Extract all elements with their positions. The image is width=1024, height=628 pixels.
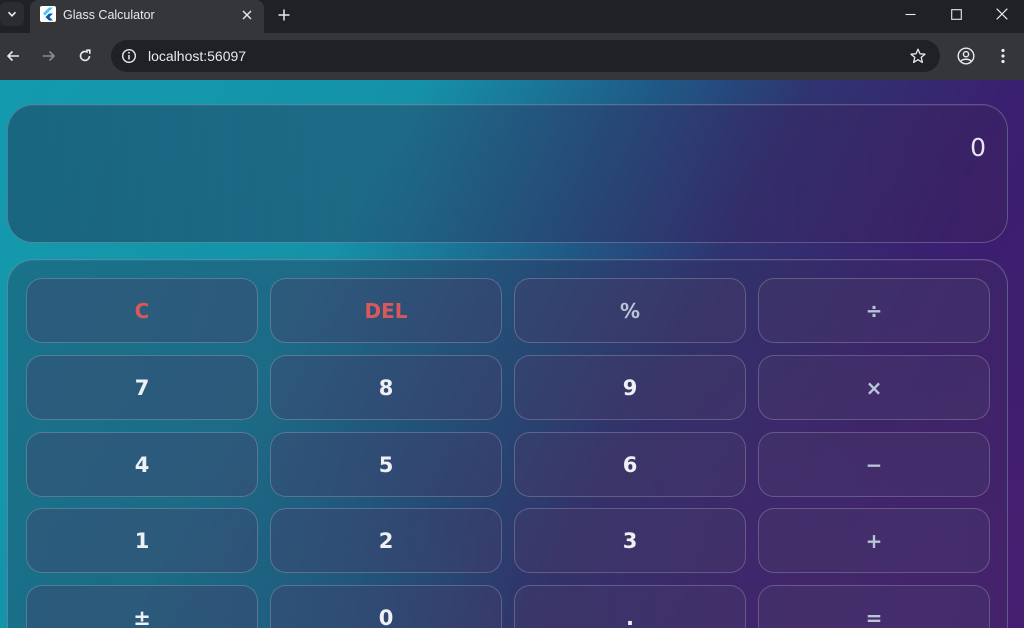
display-value: 0 bbox=[970, 133, 986, 162]
forward-button[interactable] bbox=[36, 43, 62, 69]
tab-close-button[interactable] bbox=[238, 6, 256, 24]
close-icon bbox=[242, 10, 252, 20]
star-icon bbox=[910, 48, 926, 64]
arrow-right-icon bbox=[43, 50, 56, 62]
digit-2-button[interactable]: 2 bbox=[270, 508, 502, 573]
calculator-display: 0 bbox=[7, 104, 1008, 243]
calculator-keypad: C DEL% ÷ 7 8 9 × 4 5 6− 1 2 3 + ±0. = bbox=[7, 259, 1008, 628]
digit-1-button[interactable]: 1 bbox=[26, 508, 258, 573]
address-bar[interactable]: localhost:56097 bbox=[111, 40, 940, 72]
multiply-button[interactable]: × bbox=[758, 355, 990, 420]
delete-button[interactable]: DEL bbox=[270, 278, 502, 343]
reload-button[interactable] bbox=[72, 43, 98, 69]
equals-button[interactable]: = bbox=[758, 585, 990, 628]
profile-button[interactable] bbox=[953, 43, 979, 69]
decimal-button[interactable]: . bbox=[514, 585, 746, 628]
new-tab-button[interactable] bbox=[273, 4, 295, 26]
bookmark-button[interactable] bbox=[908, 46, 928, 66]
digit-4-button[interactable]: 4 bbox=[26, 432, 258, 497]
maximize-button[interactable] bbox=[933, 0, 979, 28]
plus-icon bbox=[278, 9, 290, 21]
digit-5-button[interactable]: 5 bbox=[270, 432, 502, 497]
tab-glass-calculator[interactable]: Glass Calculator bbox=[30, 0, 264, 33]
site-info-icon[interactable] bbox=[120, 47, 138, 65]
chevron-down-icon bbox=[7, 11, 17, 17]
tab-search-button[interactable] bbox=[0, 2, 24, 26]
arrow-left-icon bbox=[6, 50, 19, 62]
url-text: localhost:56097 bbox=[148, 48, 247, 64]
percent-button[interactable]: % bbox=[514, 278, 746, 343]
digit-3-button[interactable]: 3 bbox=[514, 508, 746, 573]
flutter-logo-icon bbox=[40, 6, 56, 22]
clear-button[interactable]: C bbox=[26, 278, 258, 343]
maximize-icon bbox=[950, 8, 962, 20]
minimize-icon bbox=[905, 13, 915, 15]
profile-icon bbox=[957, 47, 975, 65]
digit-7-button[interactable]: 7 bbox=[26, 355, 258, 420]
more-vertical-icon bbox=[1001, 48, 1005, 64]
plus-minus-button[interactable]: ± bbox=[26, 585, 258, 628]
back-button[interactable] bbox=[0, 43, 26, 69]
browser-toolbar: localhost:56097 bbox=[0, 33, 1024, 80]
app-viewport: 0 C DEL% ÷ 7 8 9 × 4 5 6− 1 2 3 + ±0. = bbox=[0, 80, 1024, 628]
close-window-icon bbox=[996, 8, 1008, 20]
add-button[interactable]: + bbox=[758, 508, 990, 573]
tab-strip: Glass Calculator bbox=[0, 0, 1024, 33]
digit-8-button[interactable]: 8 bbox=[270, 355, 502, 420]
subtract-button[interactable]: − bbox=[758, 432, 990, 497]
divide-button[interactable]: ÷ bbox=[758, 278, 990, 343]
digit-6-button[interactable]: 6 bbox=[514, 432, 746, 497]
minimize-button[interactable] bbox=[887, 0, 933, 28]
reload-icon bbox=[79, 49, 91, 62]
close-window-button[interactable] bbox=[979, 0, 1024, 28]
digit-9-button[interactable]: 9 bbox=[514, 355, 746, 420]
digit-0-button[interactable]: 0 bbox=[270, 585, 502, 628]
browser-menu-button[interactable] bbox=[990, 43, 1016, 69]
tab-title: Glass Calculator bbox=[63, 8, 155, 22]
